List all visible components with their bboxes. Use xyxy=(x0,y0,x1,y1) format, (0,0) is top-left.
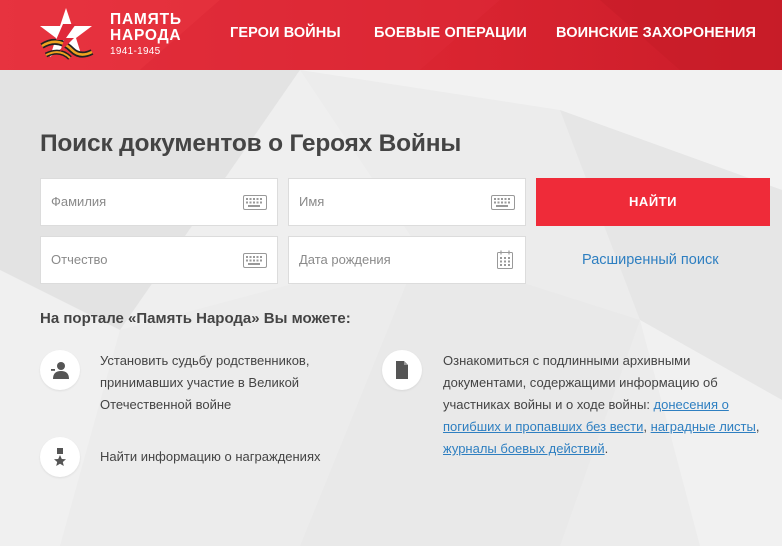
separator: , xyxy=(643,419,651,434)
person-icon-badge xyxy=(40,350,80,390)
features-heading: На портале «Память Народа» Вы можете: xyxy=(40,310,351,327)
site-header: ПАМЯТЬ НАРОДА 1941-1945 ГЕРОИ ВОЙНЫ БОЕВ… xyxy=(0,0,782,70)
last-name-field[interactable]: Фамилия xyxy=(40,178,278,226)
feature-fate-text: Установить судьбу родственников, принима… xyxy=(100,350,340,416)
last-name-placeholder: Фамилия xyxy=(51,194,107,209)
link-combat-logs[interactable]: журналы боевых действий xyxy=(443,441,605,456)
first-name-placeholder: Имя xyxy=(299,194,325,209)
nav-burials[interactable]: ВОИНСКИЕ ЗАХОРОНЕНИЯ xyxy=(556,25,756,41)
separator: , xyxy=(755,419,760,434)
nav-heroes[interactable]: ГЕРОИ ВОЙНЫ xyxy=(230,25,341,41)
keyboard-icon[interactable] xyxy=(243,192,267,212)
feature-archives-line2: документами, содержащими информацию об xyxy=(443,375,718,390)
medal-icon xyxy=(54,448,66,466)
star-ribbon-logo-icon xyxy=(40,8,94,60)
feature-fate-line3: Отечественной войне xyxy=(100,397,232,412)
logo-years: 1941-1945 xyxy=(110,46,161,57)
feature-archives-text: Ознакомиться с подлинными архивными доку… xyxy=(443,350,773,460)
logo-title-line1: ПАМЯТЬ xyxy=(110,11,182,28)
feature-archives-line1: Ознакомиться с подлинными архивными xyxy=(443,353,691,368)
feature-fate-line2: принимавших участие в Великой xyxy=(100,375,300,390)
advanced-search-link[interactable]: Расширенный поиск xyxy=(582,252,719,268)
medal-icon-badge xyxy=(40,437,80,477)
search-button[interactable]: НАЙТИ xyxy=(536,178,770,226)
patronymic-placeholder: Отчество xyxy=(51,252,108,267)
site-logo[interactable]: ПАМЯТЬ НАРОДА 1941-1945 xyxy=(36,6,196,64)
feature-archives-line3: участниках войны и о ходе войны: xyxy=(443,397,654,412)
period: . xyxy=(604,441,609,456)
link-award-sheets[interactable]: наградные листы xyxy=(651,419,756,434)
link-death-reports-part1[interactable]: донесения о xyxy=(654,397,729,412)
document-icon xyxy=(396,361,408,379)
feature-awards-text: Найти информацию о награждениях xyxy=(100,449,321,464)
keyboard-icon[interactable] xyxy=(243,250,267,270)
birth-date-placeholder: Дата рождения xyxy=(299,252,391,267)
link-death-reports-part2[interactable]: погибших и пропавших без вести xyxy=(443,419,643,434)
document-icon-badge xyxy=(382,350,422,390)
person-icon xyxy=(51,362,69,379)
first-name-field[interactable]: Имя xyxy=(288,178,526,226)
keyboard-icon[interactable] xyxy=(491,192,515,212)
logo-title-line2: НАРОДА xyxy=(110,27,182,44)
patronymic-field[interactable]: Отчество xyxy=(40,236,278,284)
calendar-icon[interactable] xyxy=(493,250,517,270)
page-title: Поиск документов о Героях Войны xyxy=(40,130,462,157)
nav-operations[interactable]: БОЕВЫЕ ОПЕРАЦИИ xyxy=(374,25,527,41)
birth-date-field[interactable]: Дата рождения xyxy=(288,236,526,284)
feature-fate-line1: Установить судьбу родственников, xyxy=(100,353,310,368)
